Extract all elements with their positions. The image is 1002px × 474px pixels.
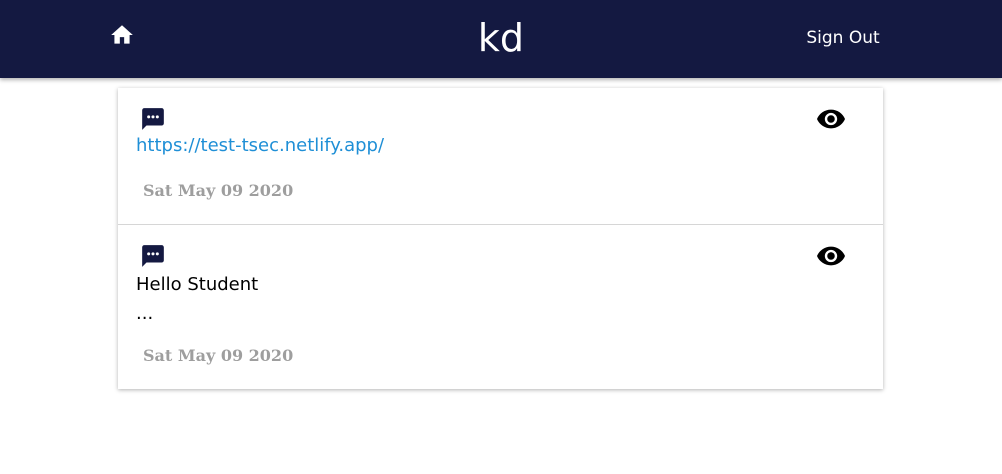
message-card: https://test-tsec.netlify.app/ Sat May 0… [118, 88, 883, 224]
sign-out-button[interactable]: Sign Out [790, 26, 896, 50]
top-app-bar: kd Sign Out [0, 0, 1002, 78]
message-list: https://test-tsec.netlify.app/ Sat May 0… [118, 88, 883, 389]
chat-bubble-icon [142, 245, 164, 267]
eye-icon[interactable] [817, 245, 845, 267]
message-date: Sat May 09 2020 [143, 346, 294, 365]
eye-icon[interactable] [817, 108, 845, 130]
message-text: Hello Student ... [136, 274, 259, 324]
chat-bubble-icon [142, 108, 164, 130]
message-card: Hello Student ... Sat May 09 2020 [118, 224, 883, 389]
message-link[interactable]: https://test-tsec.netlify.app/ [136, 133, 384, 159]
message-date: Sat May 09 2020 [143, 181, 294, 200]
